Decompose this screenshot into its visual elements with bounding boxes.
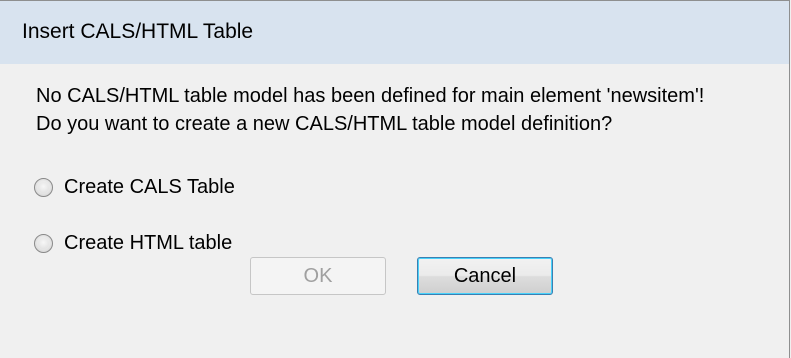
insert-table-dialog: Insert CALS/HTML Table No CALS/HTML tabl… (0, 0, 790, 358)
option-label: Create HTML table (64, 232, 233, 254)
radio-button[interactable] (34, 234, 53, 253)
dialog-body: No CALS/HTML table model has been define… (0, 64, 789, 358)
dialog-titlebar[interactable]: Insert CALS/HTML Table (0, 1, 789, 64)
option-create-html-table[interactable]: Create HTML table (34, 232, 232, 255)
cancel-button[interactable]: Cancel (417, 257, 553, 295)
radio-button[interactable] (34, 178, 53, 197)
dialog-title: Insert CALS/HTML Table (22, 20, 254, 43)
option-create-cals-table[interactable]: Create CALS Table (34, 176, 235, 199)
message-line-1: No CALS/HTML table model has been define… (36, 85, 705, 107)
dialog-message: No CALS/HTML table model has been define… (36, 82, 704, 138)
message-line-2: Do you want to create a new CALS/HTML ta… (36, 113, 613, 135)
option-label: Create CALS Table (64, 176, 235, 198)
ok-button[interactable]: OK (250, 257, 386, 295)
